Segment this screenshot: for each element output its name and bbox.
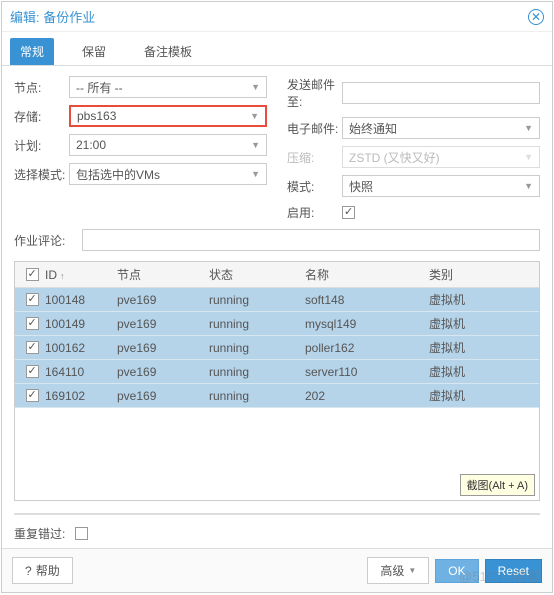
cell-id: 100149 bbox=[45, 317, 117, 331]
cell-id: 100148 bbox=[45, 293, 117, 307]
chevron-down-icon: ▼ bbox=[251, 82, 260, 92]
close-icon[interactable]: ✕ bbox=[528, 9, 544, 25]
cell-node: pve169 bbox=[117, 389, 209, 403]
cell-name: 202 bbox=[305, 389, 429, 403]
col-node[interactable]: 节点 bbox=[117, 266, 209, 283]
cell-status: running bbox=[209, 365, 305, 379]
sort-asc-icon: ↑ bbox=[60, 271, 65, 281]
table-row[interactable]: 164110pve169runningserver110虚拟机 bbox=[15, 360, 539, 384]
selection-mode-select[interactable]: 包括选中的VMs▼ bbox=[69, 163, 267, 185]
cell-node: pve169 bbox=[117, 341, 209, 355]
cell-status: running bbox=[209, 341, 305, 355]
grid-header: ID↑ 节点 状态 名称 类别 bbox=[15, 262, 539, 288]
dialog-header: 编辑: 备份作业 ✕ bbox=[2, 2, 552, 32]
cell-name: soft148 bbox=[305, 293, 429, 307]
table-row[interactable]: 100148pve169runningsoft148虚拟机 bbox=[15, 288, 539, 312]
repeat-missed-label: 重复错过: bbox=[14, 525, 69, 542]
schedule-select[interactable]: 21:00▼ bbox=[69, 134, 267, 156]
row-checkbox[interactable] bbox=[26, 293, 39, 306]
cell-id: 164110 bbox=[45, 365, 117, 379]
comment-row: 作业评论: bbox=[2, 225, 552, 259]
chevron-down-icon: ▼ bbox=[524, 181, 533, 191]
cell-node: pve169 bbox=[117, 365, 209, 379]
help-icon: ? bbox=[25, 564, 32, 578]
repeat-missed-checkbox[interactable] bbox=[75, 527, 88, 540]
comment-label: 作业评论: bbox=[14, 232, 74, 249]
table-row[interactable]: 169102pve169running202虚拟机 bbox=[15, 384, 539, 408]
chevron-down-icon: ▼ bbox=[251, 140, 260, 150]
cell-id: 169102 bbox=[45, 389, 117, 403]
comment-input[interactable] bbox=[82, 229, 540, 251]
col-type[interactable]: 类别 bbox=[429, 266, 539, 283]
email-notify-select[interactable]: 始终通知▼ bbox=[342, 117, 540, 139]
cell-node: pve169 bbox=[117, 317, 209, 331]
node-label: 节点: bbox=[14, 79, 69, 96]
form-area: 节点: -- 所有 --▼ 存储: pbs163▼ 计划: 21:00▼ 选择模… bbox=[2, 66, 552, 225]
cell-name: poller162 bbox=[305, 341, 429, 355]
table-row[interactable]: 100149pve169runningmysql149虚拟机 bbox=[15, 312, 539, 336]
mode-select[interactable]: 快照▼ bbox=[342, 175, 540, 197]
col-id[interactable]: ID↑ bbox=[45, 268, 117, 282]
enable-label: 启用: bbox=[287, 204, 342, 221]
row-checkbox[interactable] bbox=[26, 389, 39, 402]
table-row[interactable]: 100162pve169runningpoller162虚拟机 bbox=[15, 336, 539, 360]
cell-node: pve169 bbox=[117, 293, 209, 307]
form-left-column: 节点: -- 所有 --▼ 存储: pbs163▼ 计划: 21:00▼ 选择模… bbox=[14, 76, 267, 221]
storage-select[interactable]: pbs163▼ bbox=[69, 105, 267, 127]
tab-bar: 常规 保留 备注模板 bbox=[2, 32, 552, 66]
mode-label: 模式: bbox=[287, 178, 342, 195]
cell-type: 虚拟机 bbox=[429, 339, 539, 356]
chevron-down-icon: ▼ bbox=[250, 111, 259, 121]
row-checkbox[interactable] bbox=[26, 341, 39, 354]
cell-status: running bbox=[209, 389, 305, 403]
advanced-toggle[interactable]: 高级▼ bbox=[367, 557, 429, 584]
compression-select: ZSTD (又快又好)▼ bbox=[342, 146, 540, 168]
row-checkbox[interactable] bbox=[26, 365, 39, 378]
col-name[interactable]: 名称 bbox=[305, 266, 429, 283]
chevron-down-icon: ▼ bbox=[524, 123, 533, 133]
ok-button[interactable]: OK bbox=[435, 559, 478, 583]
compression-label: 压缩: bbox=[287, 149, 342, 166]
cell-type: 虚拟机 bbox=[429, 363, 539, 380]
divider bbox=[14, 513, 540, 515]
dialog: 编辑: 备份作业 ✕ 常规 保留 备注模板 节点: -- 所有 --▼ 存储: … bbox=[1, 1, 553, 593]
row-checkbox[interactable] bbox=[26, 317, 39, 330]
reset-button[interactable]: Reset bbox=[485, 559, 542, 583]
dialog-title: 编辑: 备份作业 bbox=[10, 7, 95, 26]
footer: ?帮助 高级▼ OK Reset bbox=[2, 548, 552, 592]
storage-label: 存储: bbox=[14, 108, 69, 125]
tab-note-template[interactable]: 备注模板 bbox=[134, 38, 202, 65]
cell-status: running bbox=[209, 317, 305, 331]
vm-grid: ID↑ 节点 状态 名称 类别 100148pve169runningsoft1… bbox=[14, 261, 540, 501]
enable-checkbox[interactable] bbox=[342, 206, 355, 219]
screenshot-hint: 截图(Alt + A) bbox=[460, 474, 535, 496]
help-button[interactable]: ?帮助 bbox=[12, 557, 73, 584]
grid-body: 100148pve169runningsoft148虚拟机100149pve16… bbox=[15, 288, 539, 500]
form-right-column: 发送邮件至: 电子邮件: 始终通知▼ 压缩: ZSTD (又快又好)▼ 模式: … bbox=[287, 76, 540, 221]
email-notify-label: 电子邮件: bbox=[287, 120, 342, 137]
repeat-row: 重复错过: bbox=[2, 519, 552, 548]
cell-id: 100162 bbox=[45, 341, 117, 355]
tab-general[interactable]: 常规 bbox=[10, 38, 54, 65]
selection-mode-label: 选择模式: bbox=[14, 166, 69, 183]
node-select[interactable]: -- 所有 --▼ bbox=[69, 76, 267, 98]
mailto-input[interactable] bbox=[342, 82, 540, 104]
schedule-label: 计划: bbox=[14, 137, 69, 154]
cell-type: 虚拟机 bbox=[429, 315, 539, 332]
select-all-checkbox[interactable] bbox=[26, 268, 39, 281]
col-status[interactable]: 状态 bbox=[209, 266, 305, 283]
mailto-label: 发送邮件至: bbox=[287, 76, 342, 110]
cell-status: running bbox=[209, 293, 305, 307]
cell-type: 虚拟机 bbox=[429, 387, 539, 404]
chevron-down-icon: ▼ bbox=[524, 152, 533, 162]
cell-name: server110 bbox=[305, 365, 429, 379]
chevron-down-icon: ▼ bbox=[408, 566, 416, 575]
tab-retention[interactable]: 保留 bbox=[72, 38, 116, 65]
cell-type: 虚拟机 bbox=[429, 291, 539, 308]
chevron-down-icon: ▼ bbox=[251, 169, 260, 179]
cell-name: mysql149 bbox=[305, 317, 429, 331]
